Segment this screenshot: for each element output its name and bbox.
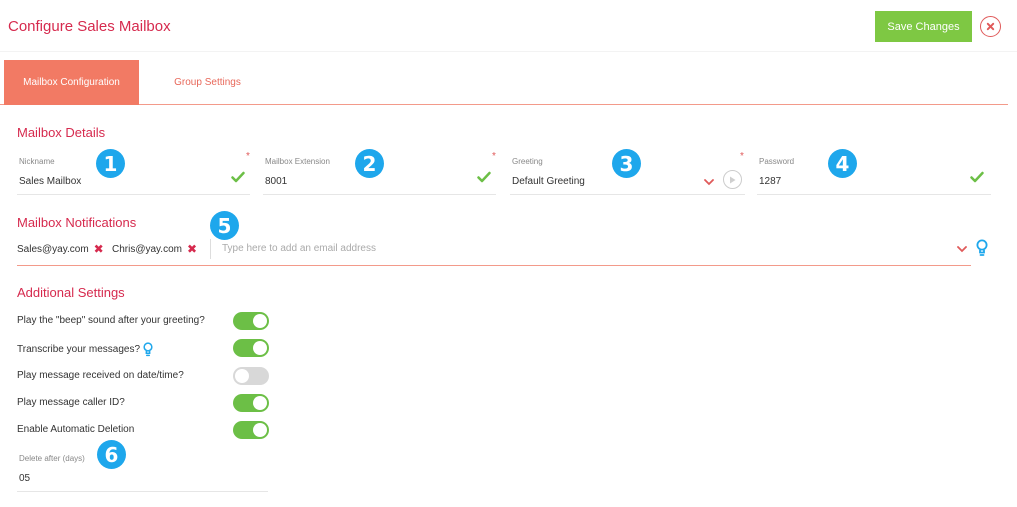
tab-mailbox-configuration[interactable]: Mailbox Configuration bbox=[4, 60, 139, 105]
play-icon bbox=[730, 176, 736, 183]
divider bbox=[210, 239, 211, 259]
page-title: Configure Sales Mailbox bbox=[8, 18, 171, 35]
callout-badge-2: 2 bbox=[355, 149, 384, 178]
setting-label: Enable Automatic Deletion bbox=[17, 424, 135, 435]
setting-label: Transcribe your messages? bbox=[17, 342, 153, 357]
nickname-field[interactable]: Nickname * Sales Mailbox bbox=[17, 151, 250, 195]
chevron-down-icon[interactable] bbox=[704, 179, 714, 186]
beep-toggle[interactable] bbox=[233, 312, 269, 330]
transcribe-toggle[interactable] bbox=[233, 339, 269, 357]
required-marker: * bbox=[246, 151, 250, 162]
delete-after-label: Delete after (days) bbox=[19, 454, 85, 463]
check-icon bbox=[477, 171, 491, 183]
lightbulb-icon[interactable] bbox=[143, 342, 153, 357]
save-changes-button[interactable]: Save Changes bbox=[875, 11, 972, 42]
play-greeting-button[interactable] bbox=[723, 170, 742, 189]
email-chip: Chris@yay.com ✖ bbox=[112, 242, 197, 256]
additional-settings-heading: Additional Settings bbox=[17, 285, 125, 300]
remove-email-icon[interactable]: ✖ bbox=[187, 242, 197, 256]
tab-group-settings[interactable]: Group Settings bbox=[150, 60, 265, 105]
check-icon bbox=[970, 171, 984, 183]
caller-id-toggle[interactable] bbox=[233, 394, 269, 412]
email-input[interactable] bbox=[222, 240, 922, 256]
close-button[interactable] bbox=[980, 16, 1001, 37]
callout-badge-1: 1 bbox=[96, 149, 125, 178]
tab-bar: Mailbox Configuration Group Settings bbox=[0, 60, 1008, 105]
mailbox-details-heading: Mailbox Details bbox=[17, 125, 106, 140]
setting-label: Play message received on date/time? bbox=[17, 370, 184, 381]
greeting-label: Greeting bbox=[512, 157, 543, 166]
setting-row-beep: Play the "beep" sound after your greetin… bbox=[17, 312, 269, 330]
notification-emails-field[interactable]: Sales@yay.com ✖ Chris@yay.com ✖ bbox=[17, 236, 971, 266]
setting-row-date-time: Play message received on date/time? bbox=[17, 367, 269, 385]
remove-email-icon[interactable]: ✖ bbox=[94, 242, 104, 256]
callout-badge-3: 3 bbox=[612, 149, 641, 178]
required-marker: * bbox=[740, 151, 744, 162]
header: Configure Sales Mailbox Save Changes bbox=[0, 0, 1017, 52]
close-icon bbox=[986, 22, 995, 31]
callout-badge-4: 4 bbox=[828, 149, 857, 178]
email-chip: Sales@yay.com ✖ bbox=[17, 242, 104, 256]
setting-row-caller-id: Play message caller ID? bbox=[17, 394, 269, 412]
email-chip-label: Sales@yay.com bbox=[17, 243, 89, 255]
password-value: 1287 bbox=[759, 176, 782, 187]
delete-after-value: 05 bbox=[19, 473, 31, 484]
password-field[interactable]: Password 1287 bbox=[757, 157, 991, 195]
setting-label: Play the "beep" sound after your greetin… bbox=[17, 315, 205, 326]
mailbox-extension-label: Mailbox Extension bbox=[265, 157, 330, 166]
email-chip-label: Chris@yay.com bbox=[112, 243, 182, 255]
mailbox-notifications-heading: Mailbox Notifications bbox=[17, 215, 137, 230]
required-marker: * bbox=[492, 151, 496, 162]
chevron-down-icon[interactable] bbox=[957, 246, 967, 253]
setting-row-auto-deletion: Enable Automatic Deletion bbox=[17, 421, 269, 439]
nickname-value: Sales Mailbox bbox=[19, 176, 82, 187]
auto-deletion-toggle[interactable] bbox=[233, 421, 269, 439]
date-time-toggle[interactable] bbox=[233, 367, 269, 385]
nickname-label: Nickname bbox=[19, 157, 55, 166]
check-icon bbox=[231, 171, 245, 183]
delete-after-field[interactable]: Delete after (days) 05 bbox=[17, 454, 268, 492]
greeting-value: Default Greeting bbox=[512, 176, 585, 187]
setting-row-transcribe: Transcribe your messages? bbox=[17, 339, 269, 357]
mailbox-extension-value: 8001 bbox=[265, 176, 288, 187]
password-label: Password bbox=[759, 157, 795, 166]
setting-label: Play message caller ID? bbox=[17, 397, 125, 408]
lightbulb-icon[interactable] bbox=[976, 239, 988, 257]
